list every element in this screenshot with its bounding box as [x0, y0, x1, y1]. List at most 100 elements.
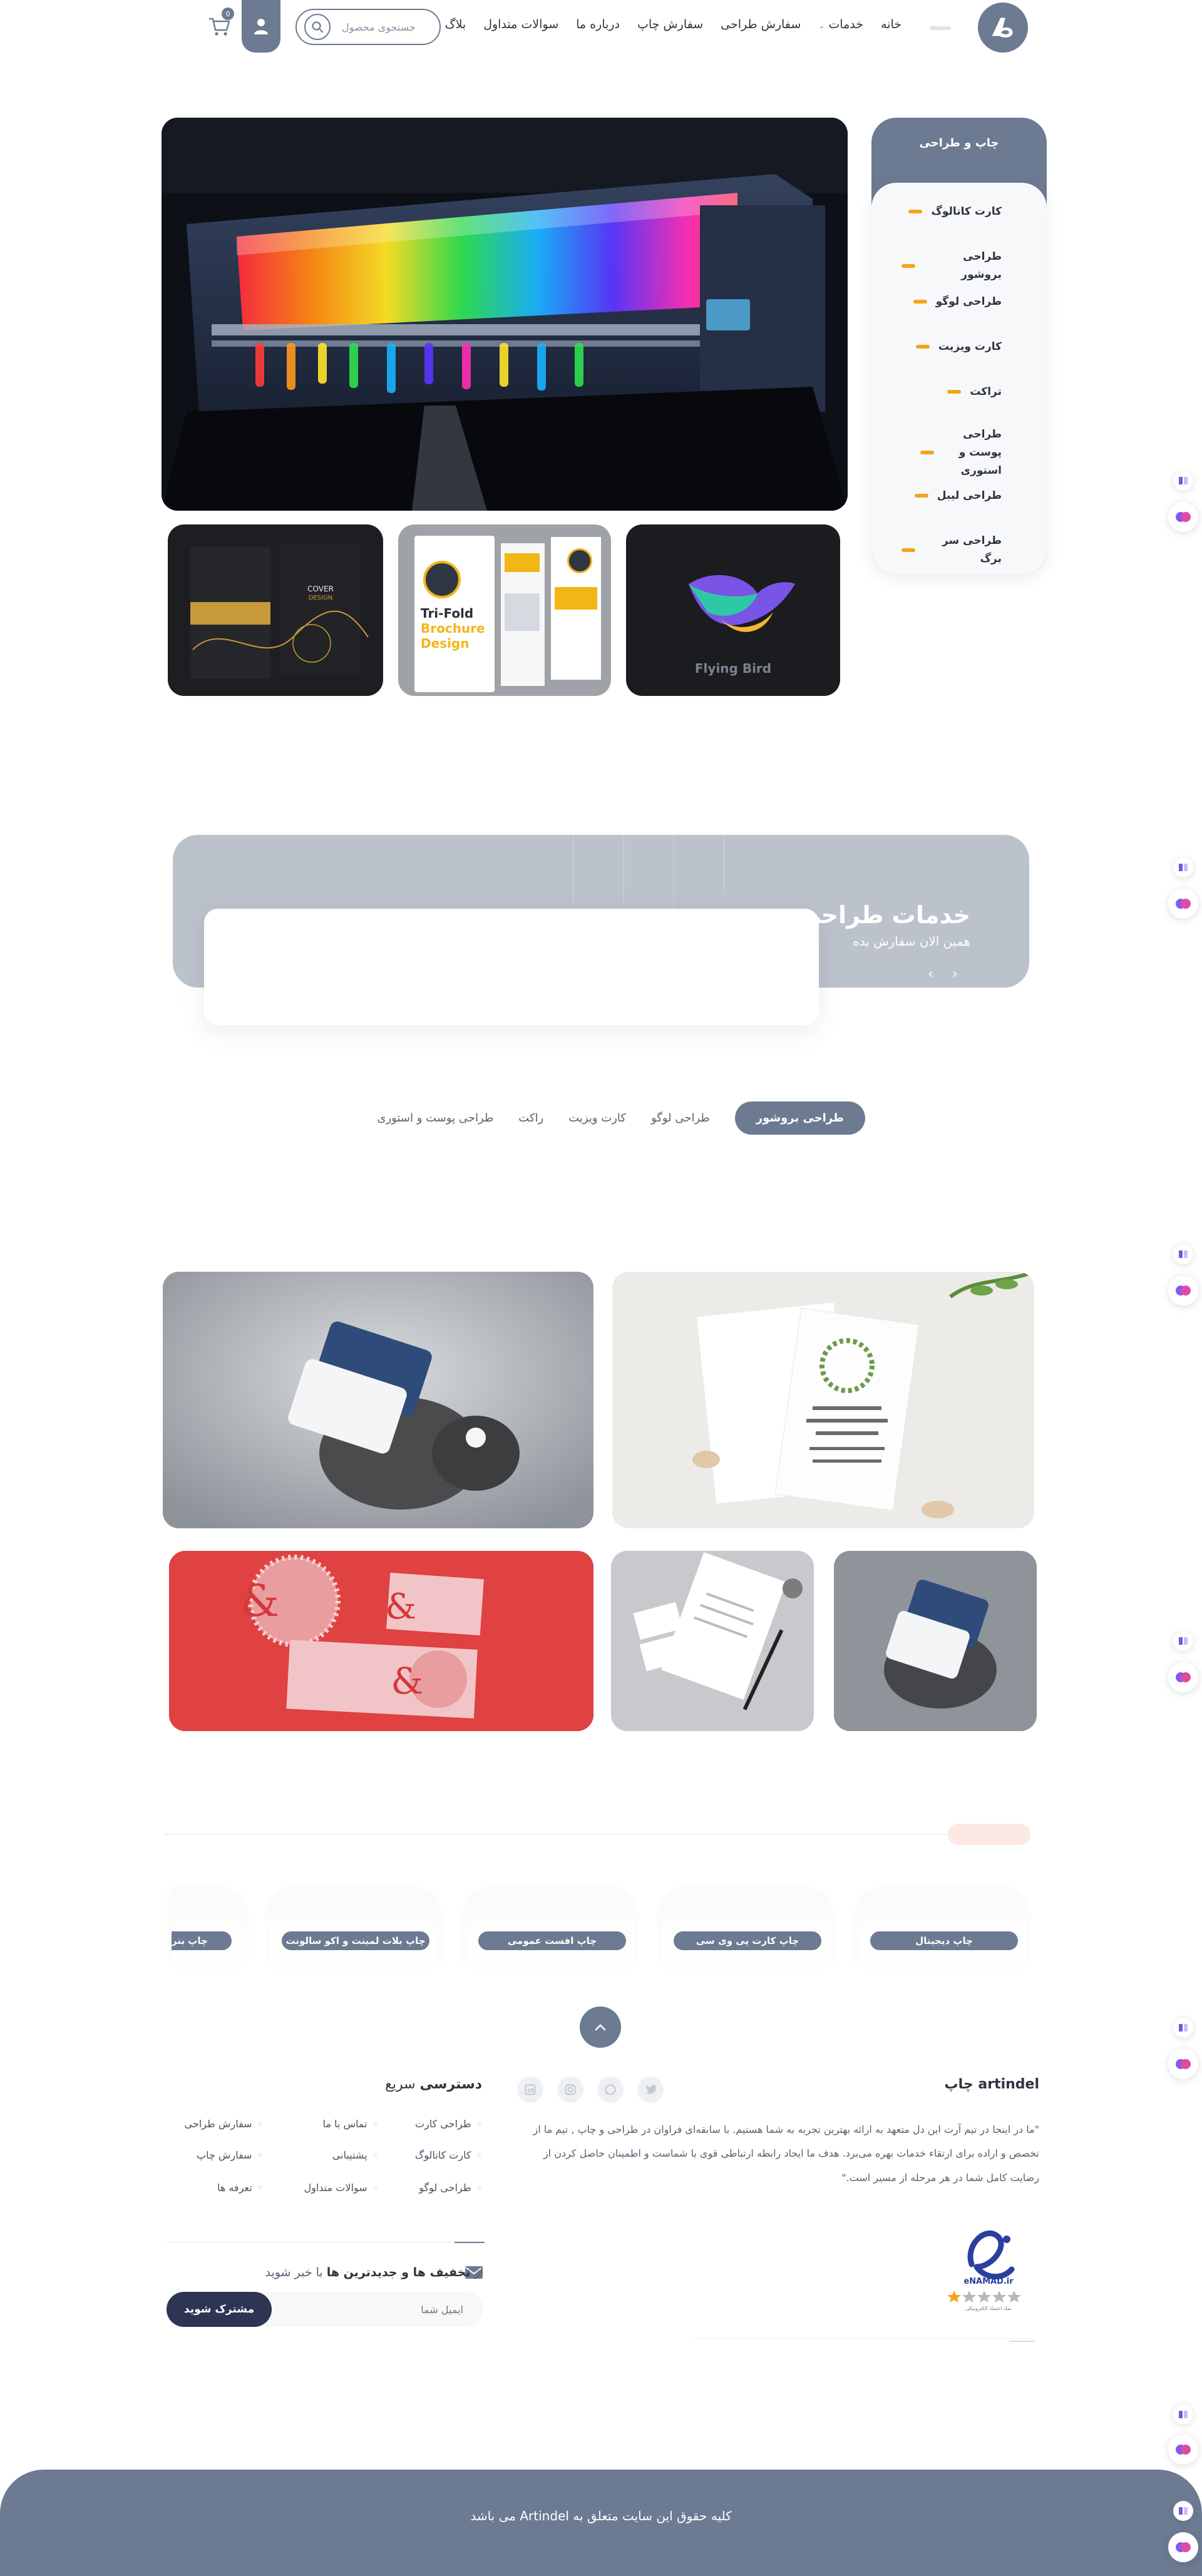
scroll-to-top-button[interactable]: [580, 2006, 621, 2048]
tab-logo[interactable]: طراحی لوگو: [651, 1103, 710, 1133]
book-icon[interactable]: [1173, 1244, 1193, 1264]
footer-divider: [1009, 2341, 1034, 2342]
portfolio-tabs: طراحی بروشور طراحی لوگو کارت ویزیت راکت …: [377, 1101, 865, 1135]
brain-icon[interactable]: [1168, 2435, 1198, 2465]
tab-brochure[interactable]: طراحی بروشور: [734, 1101, 865, 1135]
quick-link[interactable]: سفارش چاپ: [197, 2149, 263, 2161]
nav-design-order[interactable]: سفارش طراحی: [721, 18, 801, 31]
print-service-card[interactable]: [858, 1891, 1027, 1966]
brain-icon[interactable]: [1168, 2049, 1198, 2079]
newsletter-accent-line: [455, 2242, 485, 2243]
quick-link[interactable]: تماس با ما: [323, 2118, 379, 2130]
sidebar-item-label: طراحی بروشور: [961, 250, 1002, 281]
sidebar-item-brochure[interactable]: طراحی بروشور: [902, 248, 1002, 284]
book-icon[interactable]: [1173, 2405, 1193, 2425]
chevron-down-icon: ⌄: [818, 21, 825, 30]
user-account-button[interactable]: [242, 0, 280, 53]
quick-link[interactable]: کارت کاتالوگ: [415, 2149, 482, 2161]
slider-arrows: ‹ ›: [928, 966, 958, 982]
twitter-icon[interactable]: [637, 2077, 664, 2103]
sidebar-item-label: کارت ویزیت: [938, 340, 1002, 353]
sidebar-item-logo[interactable]: طراحی لوگو: [902, 293, 1002, 311]
print-service-card[interactable]: [172, 1891, 244, 1966]
brochure-design-thumbnail[interactable]: Tri-Fold Brochure Design: [398, 524, 611, 696]
sidebar-item-label-design[interactable]: طراحی لیبل: [902, 487, 1002, 505]
gallery-sticker-design[interactable]: & & &: [169, 1551, 593, 1731]
design-services-title: خدمات طراحی: [797, 901, 970, 929]
print-service-card[interactable]: [661, 1891, 830, 1966]
nav-blog[interactable]: بلاگ: [445, 18, 466, 31]
print-service-label: چاپ افست عمومی: [478, 1931, 626, 1950]
quick-link[interactable]: پشتیبانی: [332, 2149, 378, 2161]
book-icon[interactable]: [1173, 1631, 1193, 1651]
gallery-business-card-1[interactable]: [163, 1272, 593, 1528]
cover-design-thumbnail[interactable]: COVER DESIGN: [168, 524, 383, 696]
print-service-card[interactable]: [466, 1891, 635, 1966]
linkedin-icon[interactable]: [517, 2077, 543, 2103]
nav-faq[interactable]: سوالات متداول: [483, 18, 558, 31]
sidebar-item-catalog-card[interactable]: کارت کاتالوگ: [902, 203, 1002, 221]
quick-link[interactable]: طراحی لوگو: [419, 2182, 482, 2194]
sidebar-item-label: طراحی لیبل: [937, 489, 1002, 502]
gallery-wedding-invite[interactable]: [612, 1272, 1034, 1528]
copyright-text: کلیه حقوق این سایت متعلق به Artindel می …: [470, 2508, 732, 2523]
print-service-label: چاپ کارت پی وی سی: [674, 1931, 821, 1950]
nav-services[interactable]: خدمات⌄: [818, 18, 863, 31]
bullet-icon: [902, 548, 915, 552]
logo-caption: Flying Bird: [694, 661, 772, 676]
enamad-label: eNAMAD.ir: [963, 2277, 1014, 2286]
footer-about-text: "ما در اینجا در تیم آرت این دل متعهد به …: [533, 2124, 1039, 2184]
chevron-up-icon: [595, 2024, 606, 2031]
sidebar-item-flyer[interactable]: تراکت: [902, 383, 1002, 401]
site-logo[interactable]: [978, 3, 1028, 53]
user-icon: [254, 19, 268, 34]
chevron-right-icon[interactable]: ›: [928, 966, 933, 982]
quick-link[interactable]: طراحی کارت: [415, 2118, 482, 2130]
sidebar-item-letterhead[interactable]: طراحی سر برگ: [902, 532, 1002, 568]
search-icon[interactable]: [304, 14, 331, 40]
nav-home[interactable]: خانه: [881, 18, 902, 31]
brain-icon[interactable]: [1168, 2532, 1198, 2562]
brain-icon[interactable]: [1168, 889, 1198, 919]
category-list: کارت کاتالوگ طراحی بروشور طراحی لوگو کار…: [871, 183, 1047, 575]
nav-indicator: [930, 26, 951, 30]
footer-brand: artindel چاپ: [944, 2077, 1039, 2092]
footer-divider-long: [692, 2338, 1034, 2339]
hero-banner-image[interactable]: [162, 118, 848, 511]
tab-racket[interactable]: راکت: [518, 1103, 543, 1133]
sidebar-item-post-story[interactable]: طراحی پوست و استوری: [920, 426, 1002, 480]
nav-print-order[interactable]: سفارش چاپ: [637, 18, 703, 31]
gallery-stationery[interactable]: [611, 1551, 814, 1731]
brochure-title-3: Design: [421, 636, 470, 651]
quick-link[interactable]: تعرفه ها: [217, 2182, 263, 2194]
sidebar-item-business-card[interactable]: کارت ویزیت: [902, 338, 1002, 356]
print-service-label: چاپ بلات لمینت و اکو سالونت: [282, 1931, 429, 1950]
book-icon[interactable]: [1173, 2501, 1193, 2521]
tab-post-story[interactable]: طراحی پوست و استوری: [377, 1103, 493, 1133]
quick-link[interactable]: سفارش طراحی: [185, 2118, 263, 2130]
sidebar-item-label: تراکت: [970, 386, 1002, 398]
brain-icon[interactable]: [1168, 502, 1198, 532]
print-service-card[interactable]: [269, 1891, 438, 1966]
nav-about[interactable]: درباره ما: [576, 18, 620, 31]
print-services-divider: [164, 1834, 1030, 1835]
tab-business-card[interactable]: کارت ویزیت: [568, 1103, 626, 1133]
subscribe-button[interactable]: مشترک شوید: [167, 2292, 272, 2327]
quick-access-title: دسترسی سریع: [385, 2077, 482, 2092]
quick-link[interactable]: سوالات متداول: [304, 2182, 378, 2194]
gallery-business-card-2[interactable]: [834, 1551, 1037, 1731]
search-box[interactable]: جستجوی محصول: [295, 9, 441, 45]
book-icon[interactable]: [1173, 857, 1193, 877]
logo-design-thumbnail[interactable]: Flying Bird: [626, 524, 840, 696]
chevron-left-icon[interactable]: ‹: [952, 966, 958, 982]
book-icon[interactable]: [1173, 471, 1193, 491]
design-services-card: [204, 909, 819, 1025]
sidebar-title: چاپ و طراحی: [919, 136, 999, 150]
enamad-trust-seal[interactable]: eNAMAD.ir نماد اعتماد الکترونیکی: [947, 2221, 1030, 2314]
book-icon[interactable]: [1173, 2018, 1193, 2038]
instagram-icon[interactable]: [557, 2077, 583, 2103]
brain-icon[interactable]: [1168, 1662, 1198, 1692]
brain-icon[interactable]: [1168, 1275, 1198, 1306]
email-field[interactable]: [275, 2292, 476, 2327]
whatsapp-icon[interactable]: [597, 2077, 624, 2103]
